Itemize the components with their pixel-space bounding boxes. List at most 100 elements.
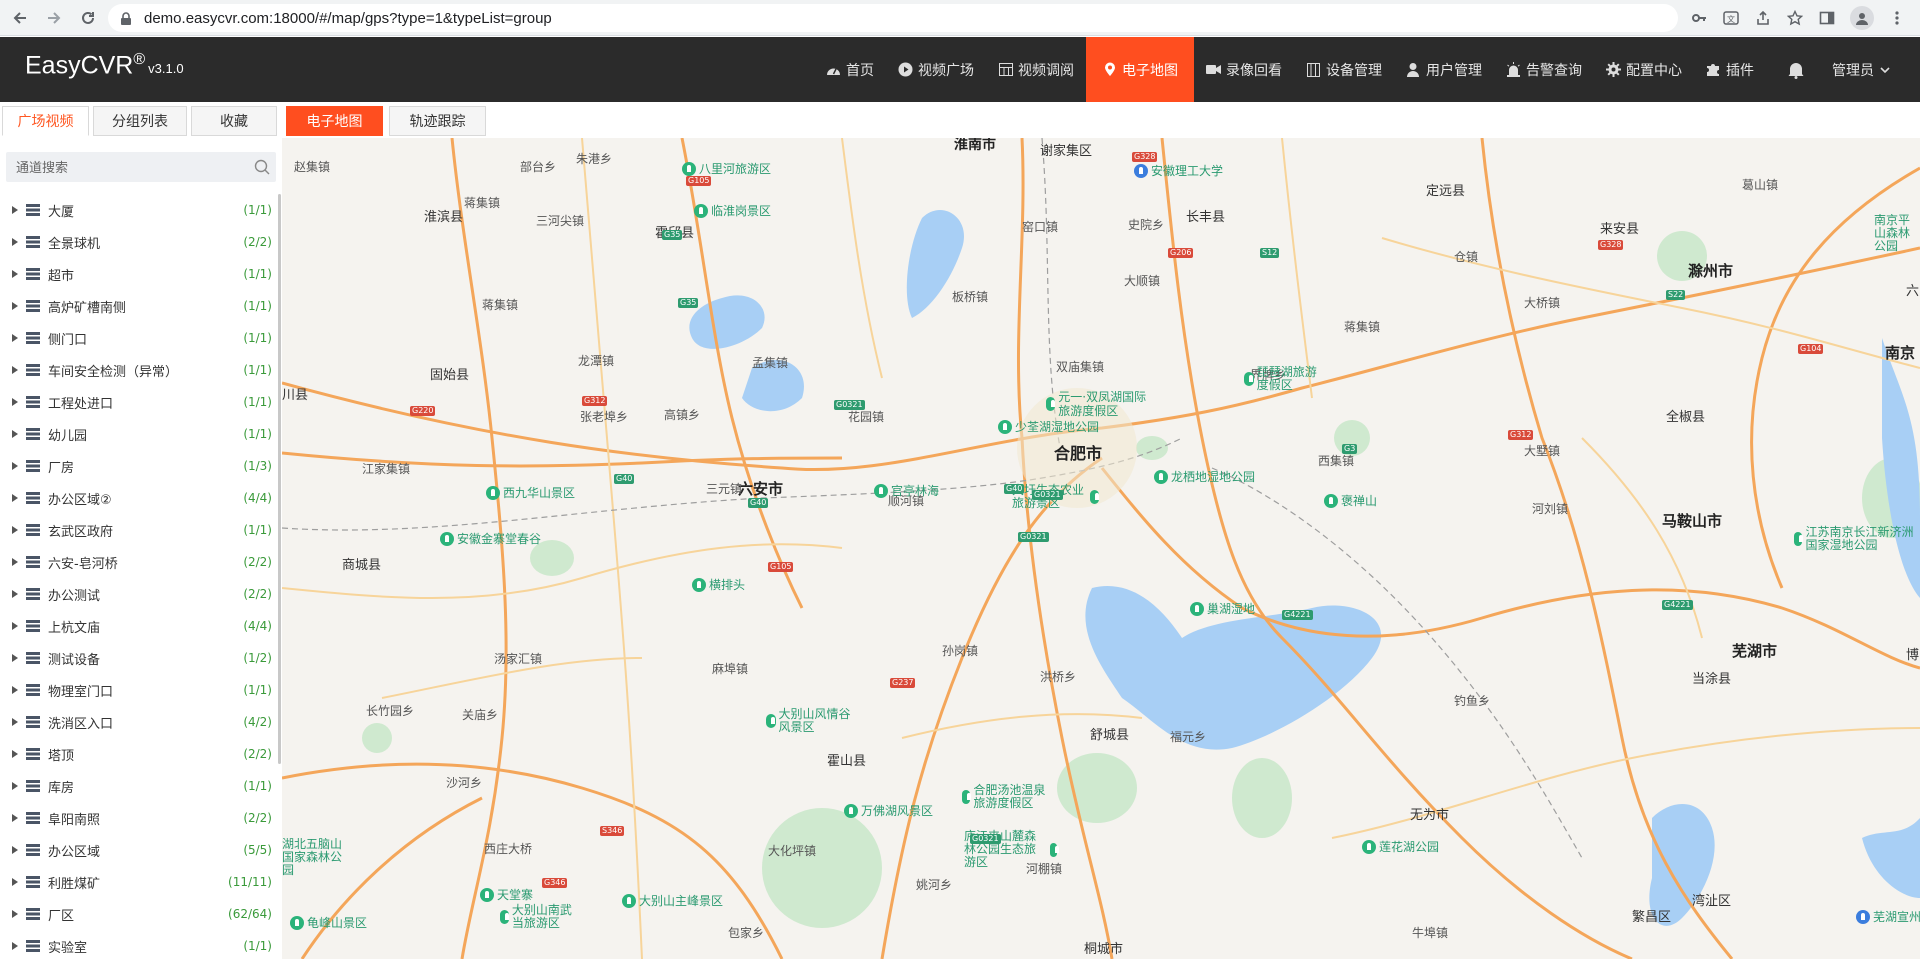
tab-favorites[interactable]: 收藏 [191,106,277,136]
caret-right-icon[interactable] [8,718,22,726]
caret-right-icon[interactable] [8,398,22,406]
nav-plugins[interactable]: 插件 [1694,37,1766,102]
map-canvas[interactable]: 合肥市 六安市 马鞍山市 芜湖市 滁州市 淮南市 南京 霍邱县 固始县 商城县 … [282,138,1920,959]
tab-e-map[interactable]: 电子地图 [286,106,383,136]
map-poi[interactable]: 龙栖地湿地公园 [1154,468,1255,485]
tree-group-row[interactable]: 工程处进口 (1/1) [0,386,276,418]
map-poi[interactable]: 大别山风情谷风景区 [766,708,852,734]
profile-icon[interactable] [1850,6,1874,30]
star-icon[interactable] [1786,9,1804,27]
sidebar-icon[interactable] [1818,9,1836,27]
share-icon[interactable] [1754,9,1772,27]
caret-right-icon[interactable] [8,686,22,694]
tab-group-list[interactable]: 分组列表 [93,106,187,136]
caret-right-icon[interactable] [8,206,22,214]
tree-group-row[interactable]: 实验室 (1/1) [0,930,276,959]
caret-right-icon[interactable] [8,430,22,438]
caret-right-icon[interactable] [8,302,22,310]
tree-group-row[interactable]: 办公区域② (4/4) [0,482,276,514]
nav-config-center[interactable]: 配置中心 [1594,37,1694,102]
caret-right-icon[interactable] [8,814,22,822]
caret-right-icon[interactable] [8,750,22,758]
sidebar-scrollbar[interactable] [278,194,281,764]
caret-right-icon[interactable] [8,494,22,502]
map-poi[interactable]: 大别山南武当旅游区 [500,904,580,930]
map-poi[interactable]: 龟峰山景区 [290,914,367,931]
tree-group-row[interactable]: 幼儿园 (1/1) [0,418,276,450]
caret-right-icon[interactable] [8,590,22,598]
tree-group-row[interactable]: 高炉矿槽南侧 (1/1) [0,290,276,322]
tree-group-row[interactable]: 办公区域 (5/5) [0,834,276,866]
search-icon[interactable] [254,159,270,175]
nav-home[interactable]: 首页 [814,37,886,102]
caret-right-icon[interactable] [8,878,22,886]
map-poi[interactable]: 湖北五脑山国家森林公园 [282,838,344,877]
reload-icon[interactable] [74,4,102,32]
caret-right-icon[interactable] [8,462,22,470]
key-icon[interactable] [1690,9,1708,27]
caret-right-icon[interactable] [8,942,22,950]
tree-group-row[interactable]: 玄武区政府 (1/1) [0,514,276,546]
map-poi[interactable]: 合肥汤池温泉旅游度假区 [962,784,1052,810]
tab-track[interactable]: 轨迹跟踪 [389,106,486,136]
caret-right-icon[interactable] [8,558,22,566]
map-poi[interactable]: 临淮岗景区 [694,202,771,219]
back-icon[interactable] [6,4,34,32]
map-poi[interactable]: 万佛湖风景区 [844,802,933,819]
caret-right-icon[interactable] [8,334,22,342]
map-poi[interactable]: 江苏南京长江新济洲国家湿地公园 [1794,526,1914,552]
map-poi[interactable]: 八里河旅游区 [682,160,771,177]
caret-right-icon[interactable] [8,654,22,662]
tree-group-row[interactable]: 六安-皂河桥 (2/2) [0,546,276,578]
map-poi[interactable]: 巢湖湿地 [1190,600,1255,617]
nav-playback[interactable]: 录像回看 [1194,37,1294,102]
channel-search-input[interactable] [6,152,238,184]
tree-group-row[interactable]: 物理室门口 (1/1) [0,674,276,706]
caret-right-icon[interactable] [8,622,22,630]
tree-group-row[interactable]: 测试设备 (1/2) [0,642,276,674]
caret-right-icon[interactable] [8,846,22,854]
map-poi[interactable]: 褒禅山 [1324,492,1377,509]
address-bar[interactable]: demo.easycvr.com:18000/#/map/gps?type=1&… [108,4,1678,32]
translate-icon[interactable]: 文 [1722,9,1740,27]
map-poi[interactable]: 芜湖宣州 [1856,908,1920,925]
caret-right-icon[interactable] [8,526,22,534]
tree-group-row[interactable]: 全景球机 (2/2) [0,226,276,258]
nav-device-mgmt[interactable]: 设备管理 [1294,37,1394,102]
app-logo[interactable]: EasyCVR®v3.1.0 [25,51,184,80]
tree-group-row[interactable]: 大厦 (1/1) [0,194,276,226]
map-poi[interactable]: 少荃湖湿地公园 [998,418,1099,435]
map-poi[interactable]: 安徽理工大学 [1134,162,1223,179]
caret-right-icon[interactable] [8,910,22,918]
map-poi[interactable]: 元一·双凤湖国际旅游度假区 [1046,390,1156,418]
caret-right-icon[interactable] [8,238,22,246]
tree-group-row[interactable]: 厂区 (62/64) [0,898,276,930]
tree-group-row[interactable]: 阜阳南照 (2/2) [0,802,276,834]
map-poi[interactable]: 南京平山森林公园 [1874,214,1920,253]
map-poi[interactable]: 西九华山景区 [486,484,575,501]
tree-group-row[interactable]: 洗消区入口 (4/2) [0,706,276,738]
caret-right-icon[interactable] [8,270,22,278]
nav-user-mgmt[interactable]: 用户管理 [1394,37,1494,102]
nav-video-review[interactable]: 视频调阅 [986,37,1086,102]
tree-group-row[interactable]: 利胜煤矿 (11/11) [0,866,276,898]
map-poi[interactable]: 安徽金寨堂春谷 [440,530,541,547]
tab-square-video[interactable]: 广场视频 [2,106,89,136]
tree-group-row[interactable]: 侧门口 (1/1) [0,322,276,354]
tree-group-row[interactable]: 厂房 (1/3) [0,450,276,482]
map-poi[interactable]: 天堂寨 [480,886,533,903]
nav-alarm-query[interactable]: 告警查询 [1494,37,1594,102]
tree-group-row[interactable]: 上杭文庙 (4/4) [0,610,276,642]
map-poi[interactable]: 横排头 [692,576,745,593]
caret-right-icon[interactable] [8,366,22,374]
tree-group-row[interactable]: 办公测试 (2/2) [0,578,276,610]
map-poi[interactable]: 官亭林海 [874,482,939,499]
map-poi[interactable]: 大别山主峰景区 [622,892,723,909]
nav-e-map[interactable]: 电子地图 [1086,37,1194,102]
tree-group-row[interactable]: 库房 (1/1) [0,770,276,802]
menu-icon[interactable] [1888,9,1906,27]
map-poi[interactable]: 莲花湖公园 [1362,838,1439,855]
tree-group-row[interactable]: 塔顶 (2/2) [0,738,276,770]
tree-group-row[interactable]: 超市 (1/1) [0,258,276,290]
nav-video-square[interactable]: 视频广场 [886,37,986,102]
